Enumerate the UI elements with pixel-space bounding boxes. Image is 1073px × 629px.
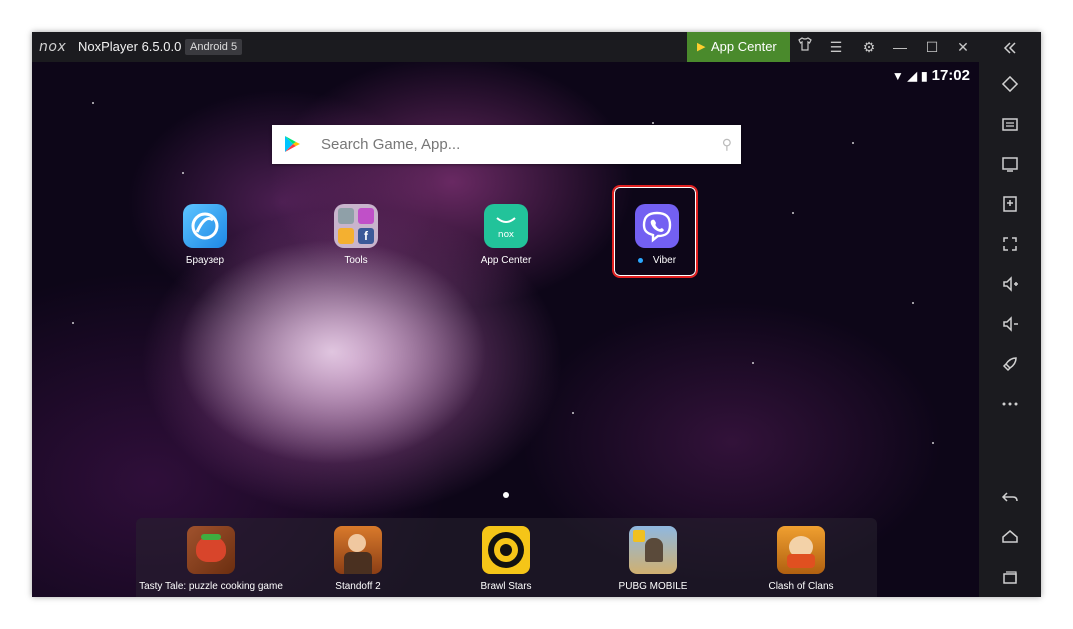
home-icon[interactable] xyxy=(996,523,1024,551)
google-play-icon xyxy=(285,136,300,152)
clash-of-clans-icon xyxy=(777,526,825,574)
dock-app-tasty-tale[interactable]: Tasty Tale: puzzle cooking game xyxy=(136,526,286,592)
screen-icon[interactable] xyxy=(996,150,1024,178)
status-bar: ▼ ◢ ▮ 17:02 xyxy=(892,67,970,84)
star xyxy=(572,412,574,414)
tasty-tale-icon xyxy=(187,526,235,574)
theme-shirt-icon[interactable] xyxy=(792,32,818,62)
star xyxy=(932,442,934,444)
app-label: App Center xyxy=(480,255,532,266)
android-screen: ▼ ◢ ▮ 17:02 Search Game, App... ⚲ Браузер xyxy=(32,62,979,597)
more-icon[interactable] xyxy=(996,390,1024,418)
star xyxy=(792,212,794,214)
star xyxy=(652,122,654,124)
app-label: Clash of Clans xyxy=(768,581,834,592)
app-center-button[interactable]: ▶ App Center xyxy=(687,32,790,62)
nox-window: nox NoxPlayer 6.5.0.0 Android 5 ▶ App Ce… xyxy=(32,32,1041,597)
star xyxy=(182,172,184,174)
app-label: Viber xyxy=(612,255,702,266)
app-label: Brawl Stars xyxy=(480,581,532,592)
app-viber[interactable]: Viber xyxy=(612,204,702,266)
star xyxy=(72,322,74,324)
wifi-icon: ▼ xyxy=(891,69,904,83)
title-bar[interactable]: nox NoxPlayer 6.5.0.0 Android 5 ▶ App Ce… xyxy=(32,32,979,62)
browser-icon xyxy=(183,204,227,248)
menu-icon[interactable]: ☰ xyxy=(823,32,849,62)
clock: 17:02 xyxy=(931,67,970,84)
minimize-icon[interactable]: — xyxy=(887,32,913,62)
back-icon[interactable] xyxy=(996,483,1024,511)
search-placeholder: Search Game, App... xyxy=(321,136,461,153)
app-label: Браузер xyxy=(185,255,225,266)
app-center-icon: nox xyxy=(484,204,528,248)
tools-folder-icon: f xyxy=(334,204,378,248)
maximize-icon[interactable]: ☐ xyxy=(919,32,945,62)
star xyxy=(92,102,94,104)
viber-label: Viber xyxy=(652,255,677,266)
apk-install-icon[interactable] xyxy=(996,190,1024,218)
volume-down-icon[interactable] xyxy=(996,310,1024,338)
keyboard-icon[interactable] xyxy=(996,110,1024,138)
fullscreen-icon[interactable] xyxy=(996,230,1024,258)
app-app-center[interactable]: nox App Center xyxy=(461,204,551,266)
right-toolbar xyxy=(979,32,1041,597)
standoff-2-icon xyxy=(334,526,382,574)
play-icon: ▶ xyxy=(697,41,706,53)
new-badge-dot xyxy=(637,257,643,263)
android-version-badge: Android 5 xyxy=(185,39,243,55)
dock-app-pubg-mobile[interactable]: PUBG MOBILE xyxy=(578,526,728,592)
search-bar[interactable]: Search Game, App... ⚲ xyxy=(272,125,741,164)
dock-app-standoff-2[interactable]: Standoff 2 xyxy=(283,526,433,592)
star xyxy=(752,362,754,364)
recent-apps-icon[interactable] xyxy=(996,563,1024,591)
star xyxy=(852,142,854,144)
battery-icon: ▮ xyxy=(921,69,928,83)
app-label: Tools xyxy=(344,255,368,266)
app-label: Standoff 2 xyxy=(335,581,381,592)
rocket-icon[interactable] xyxy=(996,350,1024,378)
star xyxy=(912,302,914,304)
svg-text:nox: nox xyxy=(498,230,515,240)
signal-icon: ◢ xyxy=(907,69,918,83)
dock: Tasty Tale: puzzle cooking game Standoff… xyxy=(136,518,877,597)
app-title: NoxPlayer 6.5.0.0 xyxy=(78,39,182,54)
app-tools-folder[interactable]: f Tools xyxy=(311,204,401,266)
search-icon[interactable]: ⚲ xyxy=(722,136,732,153)
viber-icon xyxy=(635,204,679,248)
app-center-label: App Center xyxy=(711,39,777,54)
nox-logo: nox xyxy=(39,39,67,55)
app-label: Tasty Tale: puzzle cooking game xyxy=(139,581,283,592)
settings-gear-icon[interactable]: ⚙ xyxy=(856,32,882,62)
dock-app-clash-of-clans[interactable]: Clash of Clans xyxy=(726,526,876,592)
dock-app-brawl-stars[interactable]: Brawl Stars xyxy=(431,526,581,592)
page-indicator xyxy=(503,492,509,498)
brawl-stars-icon xyxy=(482,526,530,574)
pubg-mobile-icon xyxy=(629,526,677,574)
volume-up-icon[interactable] xyxy=(996,270,1024,298)
app-label: PUBG MOBILE xyxy=(618,581,688,592)
close-icon[interactable]: ✕ xyxy=(950,32,976,62)
collapse-icon[interactable] xyxy=(996,34,1024,62)
rotate-icon[interactable] xyxy=(996,70,1024,98)
app-browser[interactable]: Браузер xyxy=(160,204,250,266)
